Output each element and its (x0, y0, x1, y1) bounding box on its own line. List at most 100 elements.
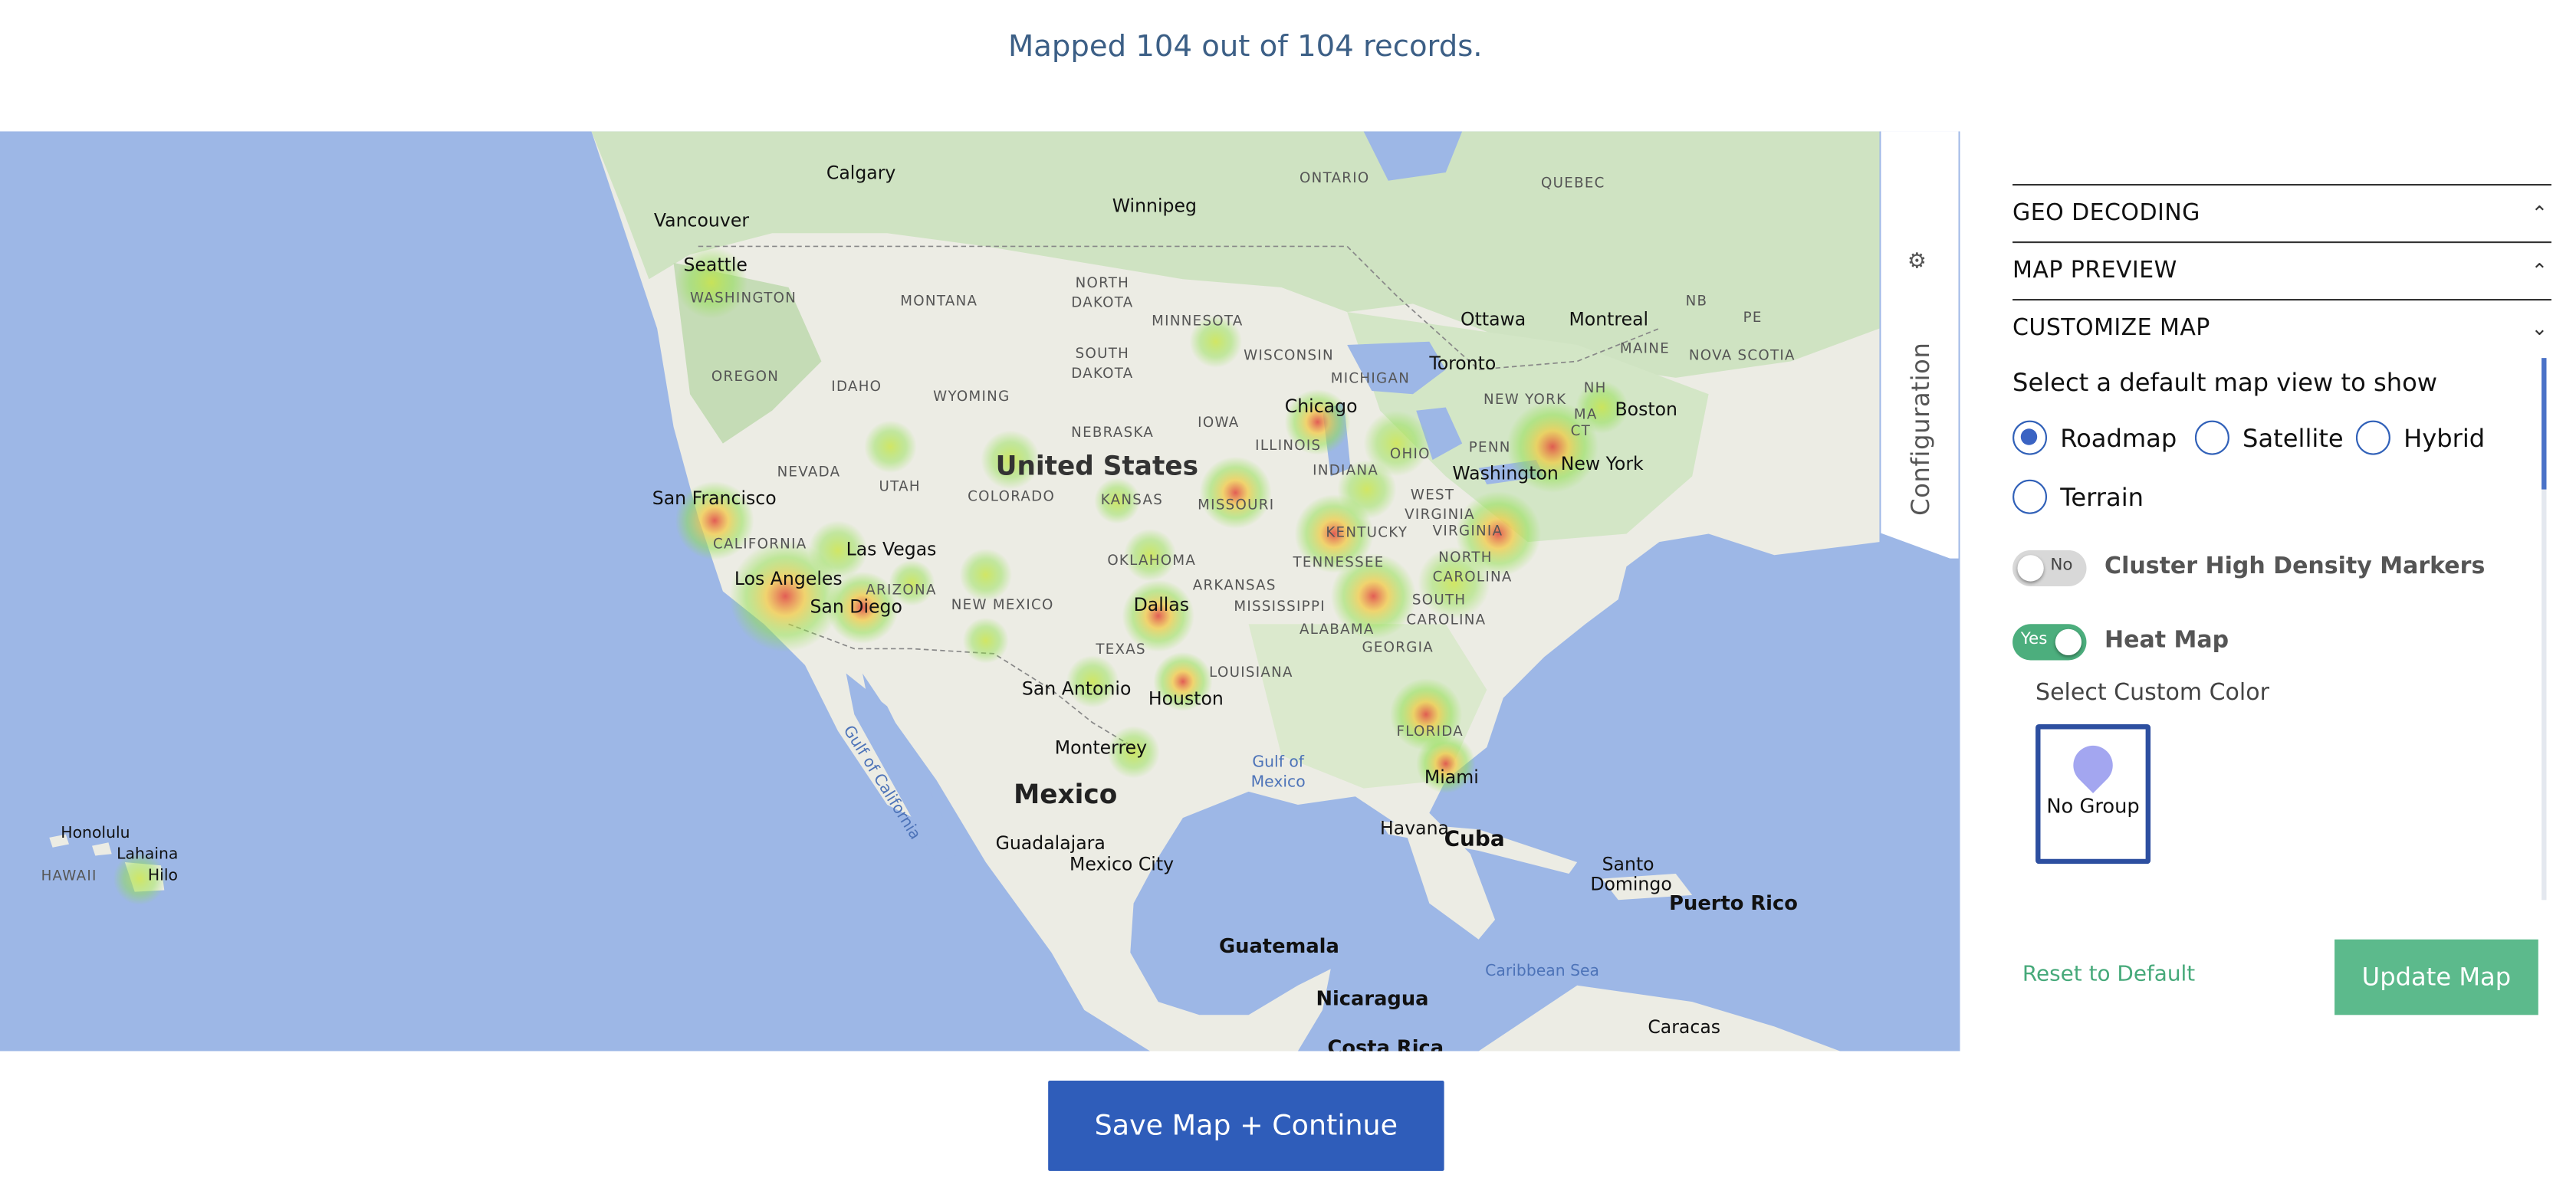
city-label-mexico-city: Mexico City (1070, 854, 1175, 876)
state-label-michigan: MICHIGAN (1330, 371, 1411, 388)
radio-roadmap[interactable]: Roadmap (2013, 420, 2177, 455)
state-label-georgia: GEORGIA (1362, 640, 1434, 658)
state-label-iowa: IOWA (1198, 415, 1240, 432)
state-label-indiana: INDIANA (1313, 463, 1379, 480)
city-label-seattle: Seattle (683, 254, 748, 277)
radio-hybrid[interactable]: Hybrid (2355, 420, 2485, 455)
save-map-continue-button[interactable]: Save Map + Continue (1048, 1081, 1444, 1171)
country-label-nicaragua: Nicaragua (1316, 986, 1429, 1010)
state-label-wisconsin: WISCONSIN (1244, 348, 1334, 365)
state-label-wyoming: WYOMING (933, 389, 1010, 406)
heatmap-toggle-knob (2055, 628, 2082, 656)
city-label-puerto-rico: Puerto Rico (1669, 891, 1798, 915)
city-label-monterrey: Monterrey (1054, 737, 1148, 760)
heat-mx (962, 617, 1009, 664)
region-label-nova-scotia: NOVA SCOTIA (1688, 348, 1796, 365)
state-label-alabama: ALABAMA (1300, 622, 1375, 639)
city-label-lahaina: Lahaina (117, 845, 179, 865)
radio-satellite-label: Satellite (2242, 422, 2344, 453)
accordion-map-preview[interactable]: MAP PREVIEW ⌃ (2013, 241, 2551, 299)
heatmap-toggle[interactable]: Yes (2013, 624, 2087, 661)
state-label-ohio: OHIO (1389, 446, 1431, 464)
state-label-louisiana: LOUISIANA (1209, 664, 1293, 682)
custom-color-label: Select Custom Color (2036, 680, 2269, 707)
city-label-miami: Miami (1424, 766, 1479, 789)
radio-terrain-label: Terrain (2060, 481, 2144, 512)
state-label-south-carolina: SOUTH CAROLINA (1406, 592, 1487, 629)
state-label-washington: WASHINGTON (690, 290, 797, 307)
city-label-los-angeles: Los Angeles (734, 568, 843, 590)
accordion-map-preview-label: MAP PREVIEW (2013, 258, 2177, 284)
settings-panel: GEO DECODING ⌃ MAP PREVIEW ⌃ CUSTOMIZE M… (2013, 184, 2551, 356)
city-label-dallas: Dallas (1133, 594, 1190, 616)
region-label-nb: NB (1685, 294, 1708, 311)
state-label-new-mexico: NEW MEXICO (951, 598, 1054, 615)
region-label-hawaii: HAWAII (41, 868, 97, 886)
configuration-tab[interactable]: ⚙ Configuration (1879, 131, 1960, 575)
state-label-montana: MONTANA (900, 294, 978, 311)
map-view-question: Select a default map view to show (2013, 368, 2438, 398)
cluster-toggle[interactable]: No (2013, 550, 2087, 587)
state-label-oregon: OREGON (711, 369, 780, 386)
chevron-down-icon: ⌄ (2531, 317, 2548, 340)
state-label-maine: MAINE (1619, 341, 1671, 359)
city-label-caracas: Caracas (1648, 1016, 1721, 1038)
radio-terrain-circle[interactable] (2013, 479, 2048, 514)
cluster-toggle-text: No (2050, 556, 2073, 576)
state-label-california: CALIFORNIA (713, 536, 807, 554)
cluster-toggle-knob (2017, 555, 2044, 582)
country-label-mexico: Mexico (1014, 778, 1118, 810)
radio-satellite[interactable]: Satellite (2194, 420, 2344, 455)
update-map-button[interactable]: Update Map (2334, 939, 2538, 1015)
radio-satellite-circle[interactable] (2194, 420, 2229, 455)
city-label-las-vegas: Las Vegas (846, 538, 937, 560)
country-label-cuba: Cuba (1444, 828, 1505, 853)
heatmap-toggle-text: Yes (2020, 630, 2048, 649)
city-label-santo-domingo: Santo Domingo (1590, 854, 1672, 895)
city-label-hilo: Hilo (147, 867, 178, 886)
city-label-honolulu: Honolulu (61, 824, 130, 843)
state-label-south-dakota: SOUTH DAKOTA (1071, 346, 1134, 383)
city-label-san-antonio: San Antonio (1021, 678, 1132, 700)
radio-roadmap-circle[interactable] (2013, 420, 2048, 455)
accordion-geo-decoding[interactable]: GEO DECODING ⌃ (2013, 184, 2551, 241)
state-label-kansas: KANSAS (1100, 492, 1164, 510)
country-label-us: United States (995, 450, 1199, 481)
region-label-quebec: QUEBEC (1541, 176, 1605, 192)
customize-map-body: Select a default map view to show Roadma… (2013, 358, 2551, 900)
water-label-caribbean-sea: Caribbean Sea (1485, 962, 1600, 981)
state-label-north-dakota: NORTH DAKOTA (1071, 276, 1134, 313)
accordion-geo-decoding-label: GEO DECODING (2013, 200, 2200, 227)
city-label-washington: Washington (1452, 463, 1559, 485)
state-label-texas: TEXAS (1096, 641, 1146, 659)
city-label-chicago: Chicago (1284, 395, 1358, 418)
map-preview[interactable]: United States Mexico Cuba Guatemala Nica… (0, 131, 1960, 1052)
state-label-arkansas: ARKANSAS (1192, 578, 1276, 595)
state-label-missouri: MISSOURI (1198, 497, 1275, 514)
state-label-north-carolina: NORTH CAROLINA (1432, 550, 1513, 587)
radio-hybrid-circle[interactable] (2355, 420, 2390, 455)
city-label-calgary: Calgary (826, 162, 896, 185)
state-label-penn: PENN (1468, 440, 1511, 457)
state-label-oklahoma: OKLAHOMA (1107, 553, 1197, 570)
city-label-ottawa: Ottawa (1460, 308, 1526, 330)
map-pin-icon (2065, 737, 2121, 793)
accordion-customize-map[interactable]: CUSTOMIZE MAP ⌄ (2013, 299, 2551, 356)
state-label-illinois: ILLINOIS (1255, 438, 1322, 455)
accordion-customize-map-label: CUSTOMIZE MAP (2013, 315, 2210, 342)
heatmap-label: Heat Map (2104, 627, 2229, 654)
region-label-ontario: ONTARIO (1300, 170, 1370, 188)
color-swatch-no-group[interactable]: No Group (2036, 724, 2151, 865)
chevron-up-icon: ⌃ (2531, 259, 2548, 283)
radio-terrain[interactable]: Terrain (2013, 479, 2144, 514)
state-label-ct: CT (1570, 423, 1592, 441)
heat-ut (864, 420, 917, 474)
state-label-kentucky: KENTUCKY (1326, 525, 1408, 543)
state-label-utah: UTAH (879, 479, 921, 497)
mapped-records-status: Mapped 104 out of 104 records. (1008, 29, 1483, 64)
city-label-san-francisco: San Francisco (652, 487, 777, 510)
reset-to-default-link[interactable]: Reset to Default (2022, 963, 2195, 987)
city-label-vancouver: Vancouver (653, 210, 750, 232)
state-label-tennessee: TENNESSEE (1293, 555, 1385, 572)
chevron-up-icon: ⌃ (2531, 202, 2548, 225)
